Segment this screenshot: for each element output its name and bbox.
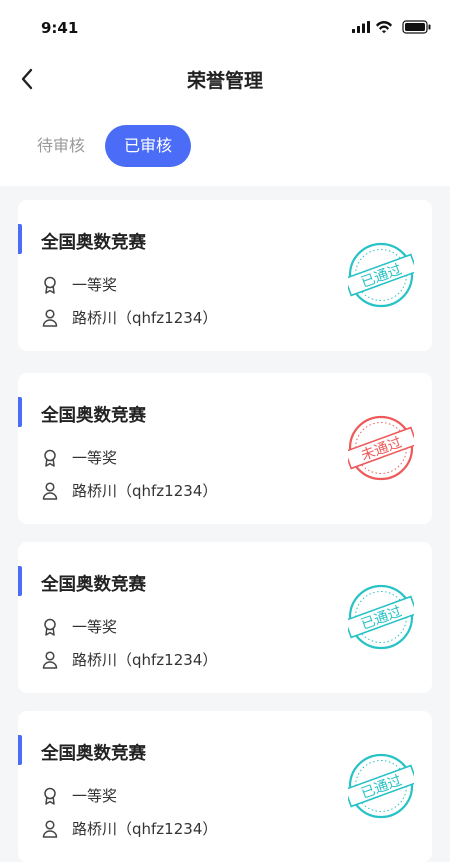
status-stamp: 已通过 (344, 584, 418, 650)
user-icon (41, 819, 59, 838)
person-text: 路桥川（qhfz1234） (72, 482, 218, 500)
status-stamp: 已通过 (344, 753, 418, 819)
user-icon (41, 650, 59, 669)
tab-pending[interactable]: 待审核 (24, 125, 98, 167)
person-row: 路桥川（qhfz1234） (41, 818, 217, 839)
page-title: 荣誉管理 (186, 70, 263, 92)
award-text: 一等奖 (72, 787, 118, 805)
person-text: 路桥川（qhfz1234） (72, 820, 218, 838)
person-text: 路桥川（qhfz1234） (72, 651, 218, 669)
award-text: 一等奖 (72, 276, 118, 294)
award-row: 一等奖 (41, 616, 117, 637)
award-ribbon-icon (41, 618, 59, 636)
person-text: 路桥川（qhfz1234） (72, 309, 218, 327)
award-ribbon-icon (41, 276, 59, 294)
status-icons (352, 20, 432, 34)
card-title: 全国奥数竞赛 (41, 233, 146, 253)
battery-icon (402, 20, 431, 34)
card-title: 全国奥数竞赛 (41, 406, 146, 426)
status-stamp: 已通过 (344, 242, 418, 308)
wifi-icon (376, 21, 392, 34)
header-area: 9:41 荣誉管理 待审核 已审核 (0, 0, 450, 186)
person-row: 路桥川（qhfz1234） (41, 307, 217, 328)
honor-card[interactable]: 全国奥数竞赛 一等奖 路桥川（qhfz1234） (18, 373, 432, 524)
card-accent-bar (18, 397, 22, 427)
honor-card[interactable]: 全国奥数竞赛 一等奖 路桥川（qhfz1234） (18, 711, 432, 862)
card-title: 全国奥数竞赛 (41, 575, 146, 595)
status-stamp: 未通过 (344, 415, 418, 481)
award-ribbon-icon (41, 787, 59, 805)
award-text: 一等奖 (72, 618, 118, 636)
honor-card[interactable]: 全国奥数竞赛 一等奖 路桥川（qhfz1234） (18, 200, 432, 351)
tab-reviewed[interactable]: 已审核 (105, 125, 191, 167)
award-ribbon-icon (41, 449, 59, 467)
award-text: 一等奖 (72, 449, 118, 467)
honor-card[interactable]: 全国奥数竞赛 一等奖 路桥川（qhfz1234） (18, 542, 432, 693)
person-row: 路桥川（qhfz1234） (41, 480, 217, 501)
card-accent-bar (18, 224, 22, 254)
user-icon (41, 308, 59, 327)
card-accent-bar (18, 566, 22, 596)
user-icon (41, 481, 59, 500)
status-time: 9:41 (41, 19, 79, 37)
award-row: 一等奖 (41, 447, 117, 468)
card-accent-bar (18, 735, 22, 765)
card-title: 全国奥数竞赛 (41, 744, 146, 764)
award-row: 一等奖 (41, 785, 117, 806)
signal-icon (352, 21, 370, 33)
award-row: 一等奖 (41, 274, 117, 295)
person-row: 路桥川（qhfz1234） (41, 649, 217, 670)
